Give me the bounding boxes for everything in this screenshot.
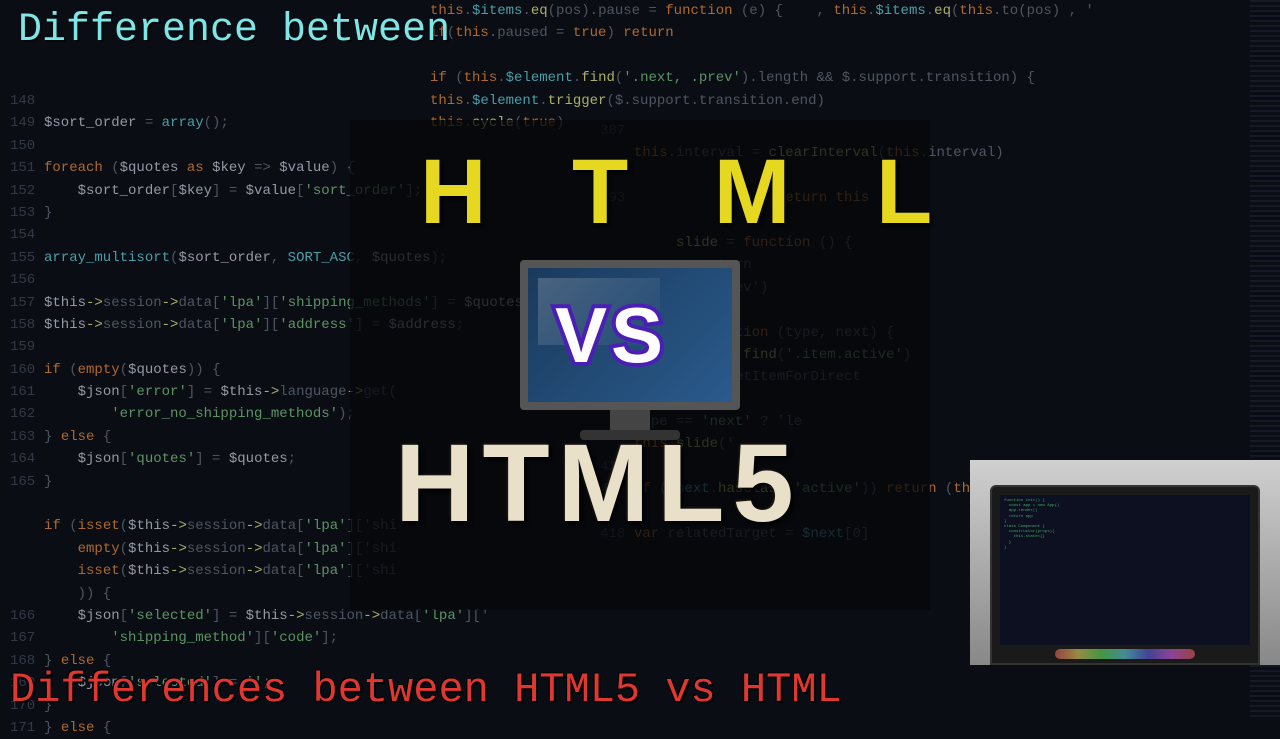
laptop-dock <box>1055 649 1195 659</box>
laptop-screen-code: function init() { const app = new App() … <box>1000 495 1250 645</box>
laptop-photo: function init() { const app = new App() … <box>970 460 1280 665</box>
label-html: H T M L <box>420 140 962 245</box>
label-html5: HTML5 <box>395 420 802 547</box>
label-vs: VS <box>555 290 667 381</box>
top-title: Difference between <box>18 8 450 53</box>
bg-code-right-top: this.$items.eq(pos).pause = function (e)… <box>430 0 1030 134</box>
bottom-caption: Differences between HTML5 vs HTML <box>10 666 842 714</box>
